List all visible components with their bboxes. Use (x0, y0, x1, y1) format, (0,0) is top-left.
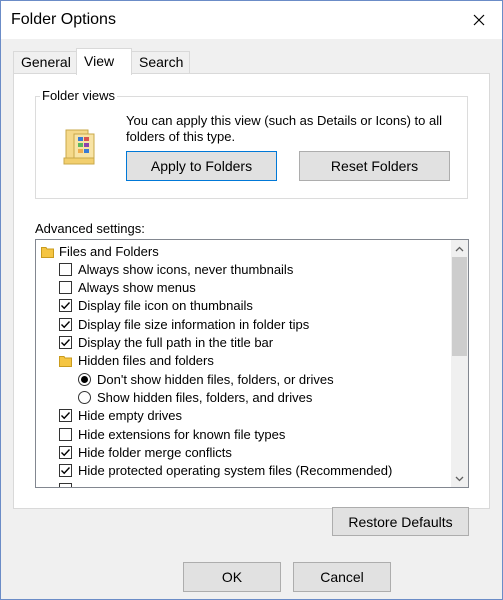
checkmark-icon (61, 412, 71, 420)
list-item-label: Hide protected operating system files (R… (78, 463, 393, 478)
checkbox[interactable] (59, 281, 72, 294)
close-button[interactable] (456, 1, 502, 39)
title-bar[interactable]: Folder Options (1, 1, 502, 39)
list-item-label: Hide extensions for known file types (78, 427, 286, 442)
list-item-label: Hidden files and folders (78, 353, 214, 368)
checkmark-icon (61, 467, 71, 475)
list-item-label: Don't show hidden files, folders, or dri… (97, 372, 334, 387)
folder-views-legend: Folder views (40, 88, 117, 103)
apply-to-folders-button[interactable]: Apply to Folders (126, 151, 277, 181)
list-item-label: Display file icon on thumbnails (78, 298, 253, 313)
scroll-up-button[interactable] (451, 240, 468, 257)
list-item-label: Show hidden files, folders, and drives (97, 390, 313, 405)
folder-views-group: Folder views You can apply this view (su… (35, 88, 468, 199)
radio-dot (81, 376, 88, 383)
ok-button[interactable]: OK (183, 562, 281, 592)
advanced-settings-list[interactable]: Files and Folders Always show icons, nev… (35, 239, 469, 488)
folder-options-window: Folder Options General View Search Folde… (0, 0, 503, 600)
folder-views-description: You can apply this view (such as Details… (126, 113, 443, 144)
checkbox[interactable] (59, 299, 72, 312)
checkmark-icon (61, 302, 71, 310)
list-item-label: Files and Folders (59, 244, 159, 259)
list-item-label: Always show menus (78, 280, 196, 295)
checkbox[interactable] (59, 409, 72, 422)
reset-folders-button[interactable]: Reset Folders (299, 151, 450, 181)
tab-view[interactable]: View (76, 48, 132, 75)
chevron-up-icon (455, 246, 464, 251)
list-scrollbar[interactable] (451, 240, 468, 487)
scroll-thumb[interactable] (452, 257, 467, 356)
restore-defaults-button[interactable]: Restore Defaults (332, 507, 469, 536)
checkbox[interactable] (59, 336, 72, 349)
list-item-label: Always show icons, never thumbnails (78, 262, 294, 277)
checkbox[interactable] (59, 483, 72, 487)
radio-button[interactable] (78, 391, 91, 404)
checkbox[interactable] (59, 263, 72, 276)
list-item-label: Display the full path in the title bar (78, 335, 274, 350)
checkmark-icon (61, 321, 71, 329)
window-title: Folder Options (11, 11, 116, 28)
checkbox[interactable] (59, 446, 72, 459)
folder-icon (59, 356, 72, 367)
radio-button[interactable] (78, 373, 91, 386)
folder-views-icon (63, 129, 95, 165)
list-item-label: Hide folder merge conflicts (78, 445, 232, 460)
list-item-label: Hide empty drives (78, 408, 183, 423)
checkbox[interactable] (59, 464, 72, 477)
folder-icon (41, 247, 54, 258)
tab-general[interactable]: General (13, 51, 77, 73)
list-item-label: Display file size information in folder … (78, 317, 310, 332)
chevron-down-icon (455, 476, 464, 481)
advanced-settings-label: Advanced settings: (35, 221, 145, 236)
checkbox[interactable] (59, 318, 72, 331)
checkmark-icon (61, 449, 71, 457)
cancel-button[interactable]: Cancel (293, 562, 391, 592)
checkmark-icon (61, 339, 71, 347)
checkbox[interactable] (59, 428, 72, 441)
tab-search[interactable]: Search (131, 51, 190, 73)
view-tab-panel: Folder views You can apply this view (su… (13, 73, 490, 509)
scroll-down-button[interactable] (451, 470, 468, 487)
close-icon (473, 14, 485, 26)
